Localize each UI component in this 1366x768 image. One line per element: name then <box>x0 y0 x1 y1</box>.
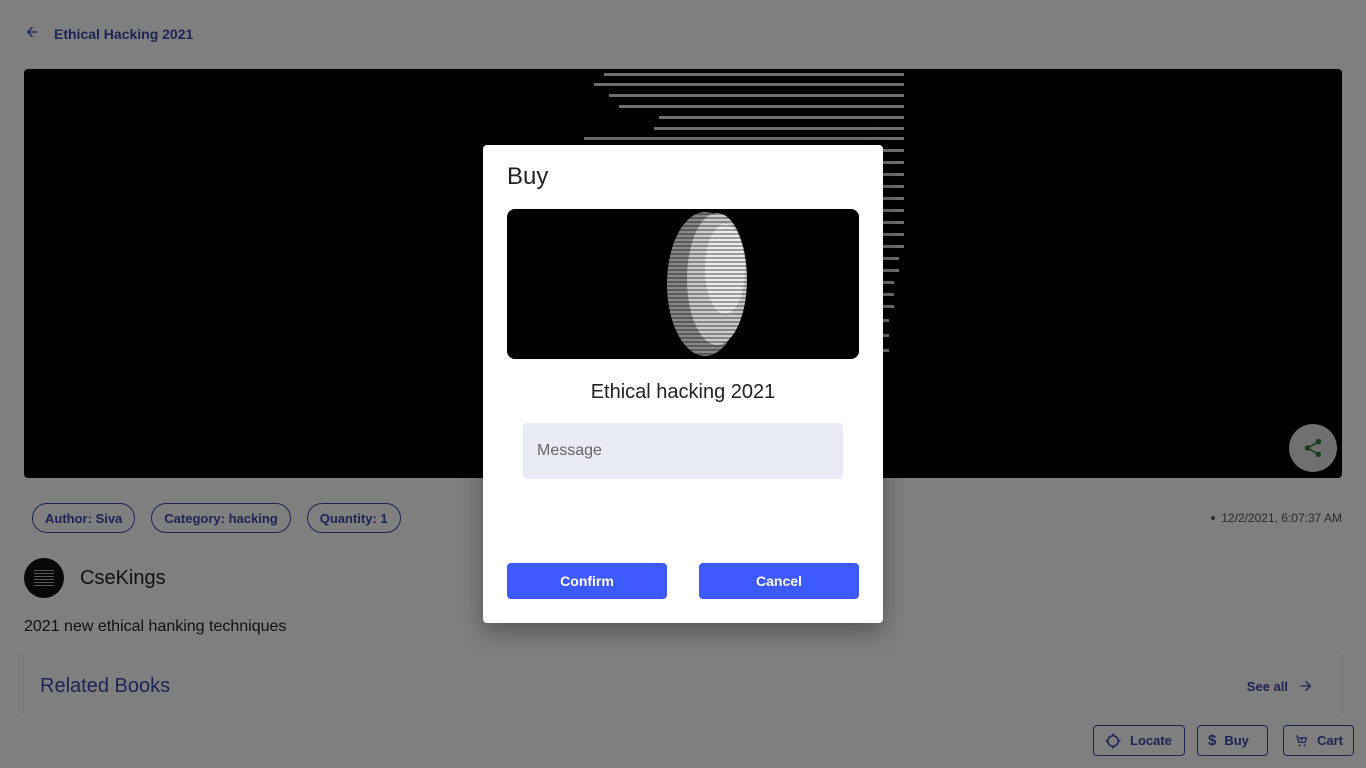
cancel-button[interactable]: Cancel <box>699 563 859 599</box>
book-cover-image <box>507 209 859 359</box>
buy-dialog: Buy Ethical hacking 2021 Confirm Cancel <box>483 145 883 623</box>
message-input[interactable] <box>523 423 843 479</box>
confirm-button[interactable]: Confirm <box>507 563 667 599</box>
dialog-book-title: Ethical hacking 2021 <box>590 381 776 403</box>
dialog-title: Buy <box>507 163 549 190</box>
